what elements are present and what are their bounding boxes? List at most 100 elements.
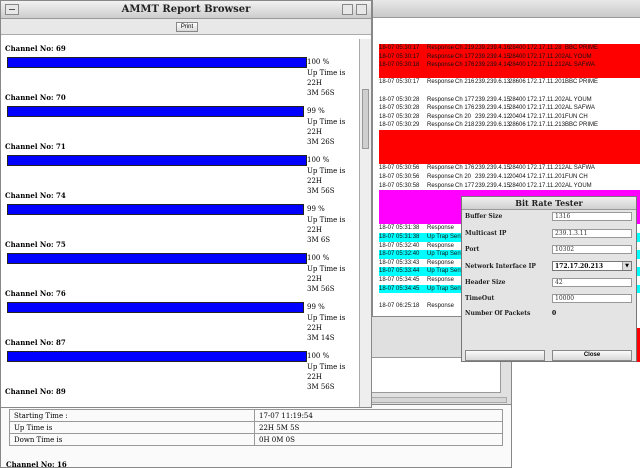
log-cell: 239.239.4.12 <box>475 113 511 120</box>
availability-percent: 100 % <box>307 254 330 262</box>
table-row: Starting Time : 17-07 11:19:54 <box>9 409 503 422</box>
log-cell: 28400 <box>509 45 526 51</box>
starting-time-value: 17-07 11:19:54 <box>254 409 503 422</box>
log-cell: FUN CH <box>565 113 588 120</box>
table-row: Down Time is 0H 0M 0S <box>9 433 503 446</box>
log-cell: Response <box>427 62 455 69</box>
log-cell: 28606 <box>509 122 526 129</box>
scrollbar-thumb[interactable] <box>362 89 369 149</box>
summary-table: Starting Time : 17-07 11:19:54 Up Time i… <box>9 409 503 446</box>
print-button[interactable]: Print <box>176 22 198 32</box>
log-cell: Ch 176 <box>455 105 475 112</box>
channel-block: Channel No: 70 99 % Up Time is 22H 3M 26S <box>5 93 355 146</box>
log-cell: 20404 <box>509 173 526 180</box>
channel-label: Channel No: 74 <box>5 191 66 200</box>
log-cell: Ch 218 <box>455 122 475 129</box>
start-button[interactable] <box>465 350 545 361</box>
log-cell: Up Trap Sent <box>427 268 463 275</box>
log-cell: 18-07 05:32:40 <box>379 251 420 258</box>
header-size-label: Header Size <box>465 279 506 286</box>
log-row <box>379 69 640 79</box>
log-row: 18-07 05:30:58 ResponseCh 177239.239.4.15… <box>379 181 640 191</box>
log-cell: 18-07 06:25:18 <box>379 302 420 309</box>
channel-label: Channel No: 87 <box>5 338 66 347</box>
log-cell: 18-07 05:30:58 <box>379 182 420 189</box>
log-cell: 239.239.6.13 <box>475 79 511 86</box>
uptime-line: Up Time is 22H <box>307 216 346 234</box>
log-cell: Response <box>427 105 455 112</box>
down-time-value: 0H 0M 0S <box>254 433 503 446</box>
log-cell: 18-07 05:33:43 <box>379 259 420 266</box>
log-cell: 18-07 05:30:28 <box>379 105 420 112</box>
log-cell: 18-07 05:30:17 <box>379 45 420 51</box>
network-interface-label: Network Interface IP <box>465 263 536 270</box>
uptime-line: Up Time is 22H <box>307 265 346 283</box>
log-cell: Response <box>427 173 455 180</box>
availability-percent: 100 % <box>307 352 330 360</box>
background-window-scrollbar[interactable] <box>365 397 507 403</box>
channel-block: Channel No: 74 99 % Up Time is 22H 3M 6S <box>5 191 355 244</box>
log-cell: 172.17.11.28 <box>527 45 562 51</box>
minimize-icon[interactable] <box>342 4 353 15</box>
log-cell: Up Trap Sent <box>427 285 463 292</box>
log-row: 18-07 05:30:17 ResponseCh 219239.239.4.16… <box>379 44 640 53</box>
log-cell: AL SAFWA <box>565 105 595 112</box>
up-time-label: Up Time is <box>9 421 255 434</box>
channel-block: Channel No: 87 100 % Up Time is 22H 3M 56S <box>5 338 355 391</box>
log-cell: 239.239.4.15 <box>475 105 511 112</box>
log-cell: Up Trap Sent <box>427 234 463 241</box>
log-cell: 28400 <box>509 62 526 69</box>
starting-time-label: Starting Time : <box>9 409 255 422</box>
timeout-input[interactable]: 10000 <box>552 294 632 303</box>
log-cell: Ch 177 <box>455 182 475 189</box>
log-cell: Response <box>427 277 455 284</box>
channel-label: Channel No: 76 <box>5 289 66 298</box>
log-cell: 18-07 05:30:28 <box>379 113 420 120</box>
log-cell: 20404 <box>509 113 526 120</box>
header-size-input[interactable]: 42 <box>552 278 632 287</box>
log-cell: AL YOUM <box>565 53 592 60</box>
availability-percent: 99 % <box>307 107 325 115</box>
log-cell: Ch 177 <box>455 96 475 103</box>
log-cell: Ch 177 <box>455 53 475 60</box>
availability-bar <box>7 351 307 362</box>
toolbar: Print <box>1 19 371 35</box>
network-interface-select[interactable]: 172.17.20.213 ▼ <box>552 261 632 271</box>
log-cell: 172.17.11.212 <box>527 165 565 172</box>
log-cell: Response <box>427 225 455 232</box>
vertical-scrollbar[interactable] <box>359 39 371 407</box>
log-cell: 239.239.4.15 <box>475 53 511 60</box>
log-cell: Ch 20 <box>455 173 472 180</box>
packets-label: Number Of Packets <box>465 310 531 317</box>
availability-bar <box>7 204 304 215</box>
maximize-icon[interactable] <box>356 4 367 15</box>
log-window-titlebar[interactable] <box>373 0 640 18</box>
log-cell: 172.17.11.201 <box>527 173 565 180</box>
report-browser-titlebar[interactable]: AMMT Report Browser <box>1 1 371 19</box>
channel-label: Channel No: 75 <box>5 240 66 249</box>
close-button[interactable]: Close <box>552 350 632 361</box>
uptime-line: Up Time is 22H <box>307 167 346 185</box>
log-cell: BBC PRIME <box>565 45 599 51</box>
window-menu-icon[interactable] <box>5 4 19 15</box>
buffer-size-input[interactable]: 1316 <box>552 212 632 221</box>
log-row <box>379 86 640 96</box>
log-cell: 172.17.11.213 <box>527 122 565 129</box>
availability-percent: 100 % <box>307 58 330 66</box>
log-cell: Response <box>427 259 455 266</box>
port-input[interactable]: 10302 <box>552 245 632 254</box>
uptime-line: Up Time is 22H <box>307 363 346 381</box>
log-cell: Response <box>427 302 455 309</box>
desktop: 18-07 05:30:17 ResponseCh 219239.239.4.16… <box>0 0 640 468</box>
chevron-down-icon[interactable]: ▼ <box>622 262 631 270</box>
buffer-size-label: Buffer Size <box>465 213 503 220</box>
uptime-line: Up Time is 22H <box>307 69 346 87</box>
multicast-ip-input[interactable]: 239.1.3.11 <box>552 229 632 238</box>
log-cell: 18-07 05:30:56 <box>379 173 420 180</box>
log-cell: Ch 20 <box>455 113 472 120</box>
log-cell: Response <box>427 53 455 60</box>
log-cell: 239.239.4.15 <box>475 96 511 103</box>
log-cell: 239.239.4.15 <box>475 165 511 172</box>
log-cell: 172.17.11.202 <box>527 53 565 60</box>
log-cell: 28400 <box>509 96 526 103</box>
